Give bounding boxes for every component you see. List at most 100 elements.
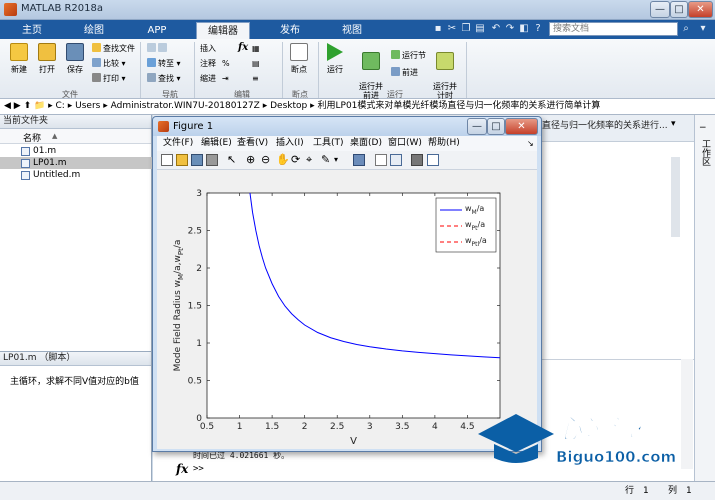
quick-save-icon[interactable]: ▪ [432,22,444,36]
community-icon[interactable]: ▾ [697,22,709,36]
quick-cut-icon[interactable]: ✂ [446,22,458,36]
up-folder-icon[interactable]: ⬆ [24,101,32,111]
ribbon-separator [466,42,467,98]
back-icon[interactable]: ◀ [4,101,11,111]
menu-dock-icon[interactable]: ↘ [527,136,534,151]
forward-arrow-icon [158,43,167,52]
wrap-comment-icon[interactable]: ▤ [252,58,260,69]
panel-collapse-icon[interactable]: ▾ [671,119,676,129]
pan-icon[interactable]: ✋ [276,154,290,166]
compare-icon [92,58,101,67]
save-button[interactable]: 保存 [60,43,90,75]
insert-colorbar-icon[interactable] [375,154,387,166]
menu-edit[interactable]: 编辑(E) [201,136,232,151]
command-prompt[interactable]: >> [193,464,204,474]
tab-plots[interactable]: 绘图 [70,22,118,39]
brush-icon[interactable]: ✎ [321,154,333,166]
advance-button[interactable]: 前进 [391,67,418,78]
tab-editor[interactable]: 编辑器 [196,22,250,39]
sort-up-icon[interactable]: ▲ [52,132,57,140]
indent-icon[interactable]: ⇥ [222,73,229,84]
file-row[interactable]: 01.m [0,145,152,157]
show-plot-tools-icon[interactable] [427,154,439,166]
minimize-button[interactable]: — [650,1,670,18]
open-file-icon[interactable] [176,154,188,166]
new-figure-icon[interactable] [161,154,173,166]
breakpoints-button[interactable]: 断点 [284,43,314,75]
editor-tab-label[interactable]: 直径与归一化频率的关系进行... [542,118,668,131]
link-plot-icon[interactable] [353,154,365,166]
zoom-in-icon[interactable]: ⊕ [246,154,258,166]
compare-button[interactable]: 比较 ▾ [92,58,126,69]
tab-home[interactable]: 主页 [10,22,54,39]
find-files-button[interactable]: 查找文件 [92,43,135,54]
indent-button[interactable]: 缩进 [200,73,216,84]
menu-help[interactable]: 帮助(H) [428,136,460,151]
rotate-3d-icon[interactable]: ⟳ [291,154,303,166]
workspace-tab-label[interactable]: 工作区 [699,139,712,166]
hide-plot-tools-icon[interactable] [411,154,423,166]
nav-back-forward[interactable] [147,43,169,54]
layout-icon[interactable]: ◧ [518,22,530,36]
figure-close-button[interactable]: ✕ [505,118,538,135]
new-button[interactable]: 新建 [4,43,34,75]
menu-window[interactable]: 窗口(W) [388,136,422,151]
browse-icon[interactable]: 📁 [34,101,45,111]
figure-window[interactable]: Figure 1 — □ ✕ 文件(F) 编辑(E) 查看(V) 插入(I) 工… [152,116,542,452]
close-button[interactable]: ✕ [688,1,713,18]
menu-insert[interactable]: 插入(I) [276,136,304,151]
insert-legend-icon[interactable] [390,154,402,166]
print-button[interactable]: 打印 ▾ [92,73,126,84]
figure-maximize-button[interactable]: □ [487,118,505,135]
data-cursor-icon[interactable]: ⌖ [306,154,318,166]
figure-menu-bar: 文件(F) 编辑(E) 查看(V) 插入(I) 工具(T) 桌面(D) 窗口(W… [157,136,537,151]
tab-apps[interactable]: APP [133,22,181,39]
editor-scrollbar[interactable] [671,157,680,237]
open-button[interactable]: 打开 [32,43,62,75]
fx-button[interactable]: fx [238,42,248,53]
strip-minimize-icon[interactable]: − [699,123,707,133]
breadcrumb-user[interactable]: Administrator.WIN7U-20180127Z [111,101,260,111]
zoom-out-icon[interactable]: ⊖ [261,154,273,166]
search-input[interactable]: 搜索文档 [549,22,678,36]
run-section-button[interactable]: 运行节 [391,50,426,61]
breadcrumb-drive[interactable]: C: [56,101,65,111]
name-column-header[interactable]: 名称 ▲ [0,129,151,144]
tab-view[interactable]: 视图 [328,22,376,39]
undo-icon[interactable]: ↶ [490,22,502,36]
insert-section-icon[interactable]: ▦ [252,43,260,54]
breadcrumb-desktop[interactable]: Desktop [270,101,307,111]
breadcrumb-folder[interactable]: 利用LP01模式来对单模光纤模场直径与归一化频率的关系进行简单计算 [318,101,601,111]
goto-button[interactable]: 转至 ▾ [147,58,181,69]
file-row[interactable]: Untitled.m [0,169,152,181]
maximize-button[interactable]: □ [670,1,688,18]
save-figure-icon[interactable] [191,154,203,166]
comment-button[interactable]: 注释 [200,58,216,69]
m-file-icon [21,147,30,156]
fx-prompt-icon[interactable]: fx [176,462,188,476]
help-icon[interactable]: ? [532,22,544,36]
breadcrumb-users[interactable]: Users [75,101,100,111]
menu-view[interactable]: 查看(V) [237,136,268,151]
run-button[interactable]: 运行 [320,43,350,75]
file-row[interactable]: LP01.m [0,157,152,169]
find-button[interactable]: 查找 ▾ [147,73,181,84]
smart-indent-icon[interactable]: ≡ [252,73,259,84]
print-figure-icon[interactable] [206,154,218,166]
search-icon[interactable]: ⌕ [680,22,692,36]
menu-tools[interactable]: 工具(T) [313,136,344,151]
brush-dropdown-icon[interactable]: ▾ [334,154,346,166]
address-sep-icon: ▸ [262,101,268,111]
menu-desktop[interactable]: 桌面(D) [350,136,382,151]
tab-publish[interactable]: 发布 [266,22,314,39]
quick-paste-icon[interactable]: ▤ [474,22,486,36]
redo-icon[interactable]: ↷ [504,22,516,36]
quick-copy-icon[interactable]: ❐ [460,22,472,36]
figure-minimize-button[interactable]: — [467,118,487,135]
edit-plot-icon[interactable]: ↖ [227,154,239,166]
forward-icon[interactable]: ▶ [14,101,21,111]
comment-percent-icon[interactable]: % [222,58,230,69]
insert-button[interactable]: 插入 [200,43,216,54]
run-and-time-button[interactable]: 运行并 计时 [428,43,462,100]
menu-file[interactable]: 文件(F) [163,136,193,151]
